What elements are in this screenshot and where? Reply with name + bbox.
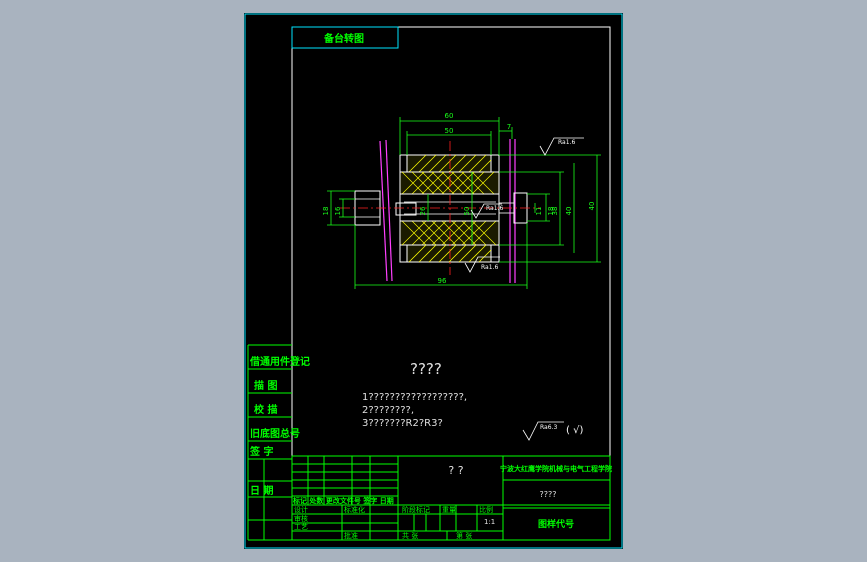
roughness-label-1: Ra1.6: [558, 139, 575, 146]
standardized-label: 标准化: [344, 505, 365, 514]
wall-left: [379, 140, 388, 282]
nut-inner: [395, 202, 417, 216]
side-label-5: 签 字: [249, 445, 273, 458]
side-labels: 借通用件登记 描 图 校 描 旧底图总号 签 字 日 期: [249, 355, 310, 497]
process-label: 工艺: [294, 523, 308, 531]
school-name: 宁波大红鹰学院机械与电气工程学院: [500, 464, 612, 473]
dim-38: 38: [551, 207, 559, 216]
part-drawing: [340, 139, 540, 283]
drawing-canvas: 备台转图 60 50 7 96 18 16 26 50 11 18 38 40 …: [244, 13, 623, 549]
dim-7: 7: [507, 123, 511, 131]
tire-upper: [399, 171, 500, 195]
note-line-1: 1??????????????????,: [362, 392, 467, 403]
dim-50-vertical: 50: [463, 207, 471, 216]
roughness-label-2: Ra1.6: [486, 205, 503, 212]
drawing-name: ? ?: [448, 464, 463, 477]
note-line-3: 3???????R2?R3?: [362, 418, 443, 429]
side-label-1: 借通用件登记: [249, 355, 310, 368]
scale-value: 1:1: [484, 518, 495, 526]
weight-label: 重量: [442, 506, 456, 514]
approve-label: 批准: [344, 531, 358, 540]
note-line-2: 2????????,: [362, 405, 414, 416]
dim-18-left: 18: [322, 207, 330, 216]
side-strip: [247, 344, 292, 541]
side-label-3: 校 描: [254, 403, 277, 416]
dim-50: 50: [445, 127, 454, 135]
dim-26: 26: [419, 206, 427, 215]
general-roughness-value: Ra6.3: [540, 424, 557, 431]
drawing-number-label: 图样代号: [538, 518, 574, 530]
dim-16: 16: [334, 206, 342, 215]
dim-60: 60: [445, 112, 454, 120]
designer-label: 设计: [294, 505, 308, 514]
general-roughness-paren: ( √): [566, 425, 583, 436]
sheet-no-label: 第 张: [456, 531, 472, 540]
drawing-sheet: 备台转图 60 50 7 96 18 16 26 50 11 18 38 40 …: [244, 13, 623, 549]
roughness-label-3: Ra1.6: [481, 264, 498, 271]
dim-40: 40: [565, 207, 573, 216]
dim-11: 11: [535, 207, 543, 216]
dim-40-outer: 40: [588, 202, 596, 211]
notes-heading: ????: [410, 360, 442, 378]
rim-lower: [406, 244, 492, 263]
material-value: ????: [540, 490, 557, 499]
dim-96: 96: [438, 277, 447, 285]
side-label-6: 日 期: [250, 484, 273, 497]
title-block-texts: ? ? 宁波大红鹰学院机械与电气工程学院 ???? 图样代号 标记 处数 更改文…: [292, 464, 612, 540]
stamp-label: 备台转图: [323, 32, 364, 45]
scale-label: 比例: [479, 505, 493, 514]
cad-viewport: 备台转图 60 50 7 96 18 16 26 50 11 18 38 40 …: [0, 0, 867, 562]
sheets-total-label: 共 张: [402, 531, 418, 540]
stage-mark-label: 阶段标记: [402, 505, 430, 514]
revision-header-row: 标记 处数 更改文件号 签字 日期: [292, 496, 394, 505]
checker-label: 审核: [294, 514, 308, 523]
side-label-2: 描 图: [254, 379, 277, 392]
bore: [399, 193, 500, 222]
rim-upper: [406, 154, 492, 173]
side-label-4: 旧底图总号: [250, 427, 300, 440]
